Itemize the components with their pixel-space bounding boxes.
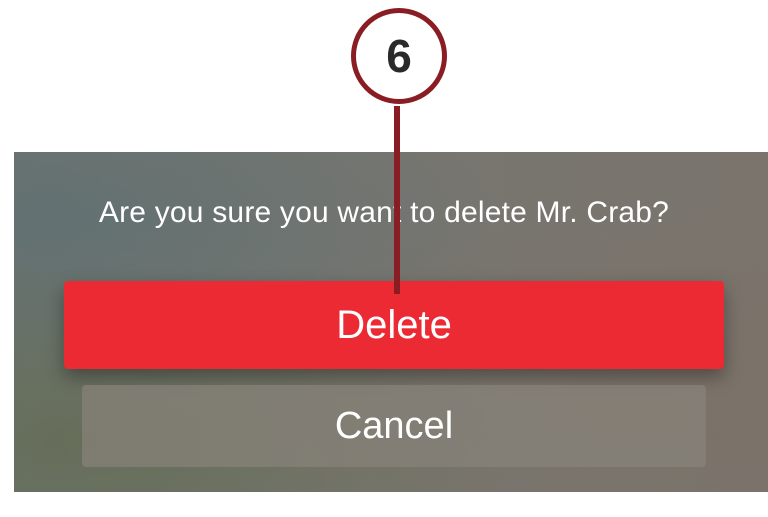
delete-button[interactable]: Delete (64, 281, 724, 369)
screen: Are you sure you want to delete Mr. Crab… (0, 0, 768, 517)
callout-step-number: 6 (386, 30, 412, 82)
cancel-button-label: Cancel (334, 404, 454, 447)
callout-pointer-line (394, 106, 400, 294)
cancel-button[interactable]: Cancel (82, 385, 706, 467)
dialog-message: Are you sure you want to delete Mr. Crab… (98, 196, 670, 229)
delete-button-label: Delete (336, 302, 452, 347)
callout-step-badge: 6 (351, 8, 447, 104)
